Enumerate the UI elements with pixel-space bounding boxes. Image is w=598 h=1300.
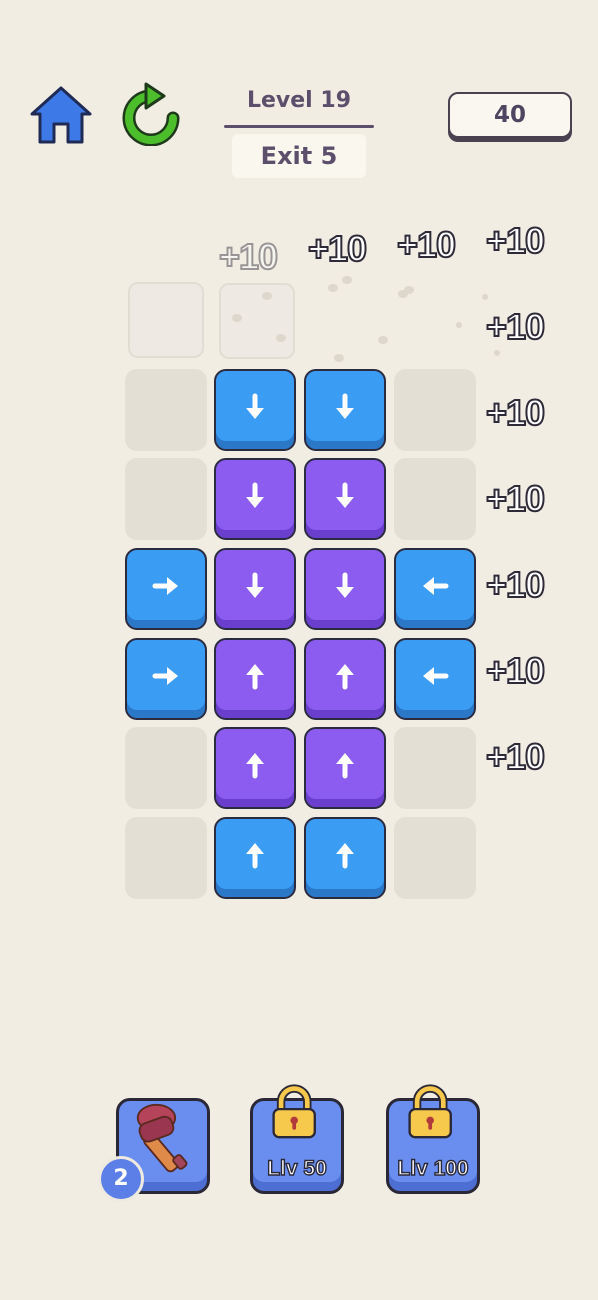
booster-unlock-label: Llv 100: [397, 1156, 470, 1180]
arrow-tile-left[interactable]: [394, 548, 476, 630]
cleared-cell: [128, 282, 204, 358]
booster-unlock-label: Llv 50: [267, 1156, 328, 1180]
arrow-up-icon: [246, 753, 264, 779]
dust-particle: [276, 334, 286, 342]
score-popup: +10: [485, 305, 546, 348]
arrow-tile-left[interactable]: [394, 638, 476, 720]
padlock-icon: [408, 1084, 452, 1139]
score-popup: +10: [396, 223, 457, 266]
home-icon: [30, 86, 92, 144]
arrow-up-icon: [336, 664, 354, 690]
locked-booster-1[interactable]: Llv 50: [250, 1084, 344, 1194]
arrow-tile-down[interactable]: [214, 458, 296, 540]
arrow-tile-up[interactable]: [214, 817, 296, 899]
arrow-tile-up[interactable]: [304, 817, 386, 899]
arrow-left-icon: [423, 577, 449, 595]
empty-cell: [125, 458, 207, 540]
arrow-up-icon: [336, 753, 354, 779]
hammer-count-badge: 2: [98, 1156, 144, 1202]
dust-particle: [328, 284, 338, 292]
arrow-tile-down[interactable]: [304, 458, 386, 540]
score-display: 40: [448, 92, 572, 138]
arrow-left-icon: [423, 667, 449, 685]
dust-particle: [334, 354, 344, 362]
restart-icon: [122, 82, 180, 147]
arrow-down-icon: [246, 393, 264, 419]
arrow-down-icon: [246, 572, 264, 598]
locked-booster-2[interactable]: Llv 100: [386, 1084, 480, 1194]
exit-counter: Exit 5: [232, 134, 366, 178]
arrow-down-icon: [336, 572, 354, 598]
empty-cell: [125, 727, 207, 809]
arrow-down-icon: [336, 482, 354, 508]
arrow-tile-down[interactable]: [214, 369, 296, 451]
empty-cell: [125, 369, 207, 451]
arrow-tile-right[interactable]: [125, 638, 207, 720]
arrow-down-icon: [336, 393, 354, 419]
score-popup: +10: [485, 649, 546, 692]
arrow-down-icon: [246, 482, 264, 508]
arrow-tile-down[interactable]: [304, 369, 386, 451]
arrow-tile-up[interactable]: [304, 638, 386, 720]
score-popup: +10: [485, 219, 546, 262]
dust-particle: [456, 322, 462, 328]
arrow-up-icon: [336, 843, 354, 869]
padlock-icon: [272, 1084, 316, 1139]
arrow-tile-down[interactable]: [214, 548, 296, 630]
score-popup: +10: [485, 391, 546, 434]
empty-cell: [125, 817, 207, 899]
home-button[interactable]: [28, 84, 94, 146]
arrow-up-icon: [246, 664, 264, 690]
dust-particle: [378, 336, 388, 344]
arrow-tile-down[interactable]: [304, 548, 386, 630]
empty-cell: [394, 369, 476, 451]
score-popup: +10: [485, 563, 546, 606]
arrow-right-icon: [152, 577, 178, 595]
arrow-tile-right[interactable]: [125, 548, 207, 630]
empty-cell: [394, 458, 476, 540]
dust-particle: [482, 294, 488, 300]
arrow-tile-up[interactable]: [304, 727, 386, 809]
dust-particle: [232, 314, 242, 322]
dust-particle: [262, 292, 272, 300]
score-popup: +10: [485, 477, 546, 520]
restart-button[interactable]: [120, 82, 182, 147]
level-title: Level 19: [246, 88, 352, 113]
arrow-tile-up[interactable]: [214, 727, 296, 809]
dust-particle: [342, 276, 352, 284]
dust-particle: [494, 350, 500, 356]
arrow-right-icon: [152, 667, 178, 685]
score-popup: +10: [485, 735, 546, 778]
empty-cell: [394, 817, 476, 899]
arrow-tile-up[interactable]: [214, 638, 296, 720]
cleared-cell: [219, 283, 295, 359]
dust-particle: [404, 286, 414, 294]
score-popup: +10: [218, 235, 279, 278]
level-divider: [224, 125, 374, 128]
score-popup: +10: [307, 227, 368, 270]
empty-cell: [394, 727, 476, 809]
arrow-up-icon: [246, 843, 264, 869]
